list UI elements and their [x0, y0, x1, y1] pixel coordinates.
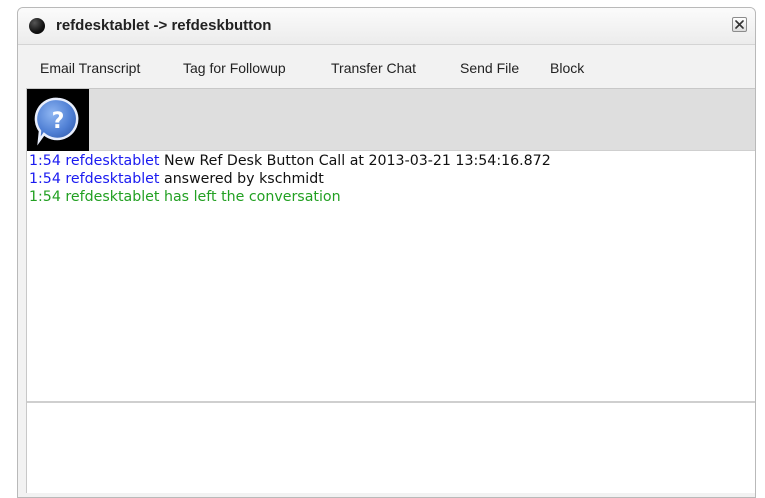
- email-transcript-button[interactable]: Email Transcript: [40, 60, 140, 76]
- line-user: refdesktablet: [65, 189, 160, 205]
- title-bar[interactable]: refdesktablet -> refdeskbutton: [18, 8, 755, 45]
- transfer-chat-button[interactable]: Transfer Chat: [331, 60, 416, 76]
- transcript-line: 1:54 refdesktablet has left the conversa…: [29, 188, 755, 206]
- line-time: 1:54: [29, 171, 61, 187]
- chat-panel: ? 1:54 refdesktablet New Ref Desk Button…: [26, 88, 755, 493]
- chat-toolbar: Email Transcript Tag for Followup Transf…: [18, 45, 755, 89]
- question-bubble-icon: ?: [34, 97, 79, 146]
- avatar: ?: [27, 89, 89, 151]
- window-title: refdesktablet -> refdeskbutton: [56, 17, 272, 34]
- chat-transcript[interactable]: 1:54 refdesktablet New Ref Desk Button C…: [27, 152, 755, 400]
- avatar-bar: ?: [27, 89, 755, 151]
- close-button[interactable]: [732, 17, 747, 32]
- message-compose-area: [27, 401, 755, 493]
- send-file-button[interactable]: Send File: [460, 60, 519, 76]
- line-user: refdesktablet: [65, 153, 160, 169]
- status-indicator-icon: [29, 18, 45, 34]
- message-input[interactable]: [27, 403, 755, 493]
- line-time: 1:54: [29, 153, 61, 169]
- line-text: answered by kschmidt: [164, 171, 324, 187]
- line-text: New Ref Desk Button Call at 2013-03-21 1…: [164, 153, 551, 169]
- line-user: refdesktablet: [65, 171, 160, 187]
- transcript-line: 1:54 refdesktablet New Ref Desk Button C…: [29, 152, 755, 170]
- question-glyph: ?: [52, 109, 65, 134]
- close-icon: [735, 20, 744, 29]
- chat-window: refdesktablet -> refdeskbutton Email Tra…: [17, 7, 756, 498]
- transcript-line: 1:54 refdesktablet answered by kschmidt: [29, 170, 755, 188]
- line-text: has left the conversation: [164, 189, 341, 205]
- block-button[interactable]: Block: [550, 60, 584, 76]
- tag-for-followup-button[interactable]: Tag for Followup: [183, 60, 286, 76]
- line-time: 1:54: [29, 189, 61, 205]
